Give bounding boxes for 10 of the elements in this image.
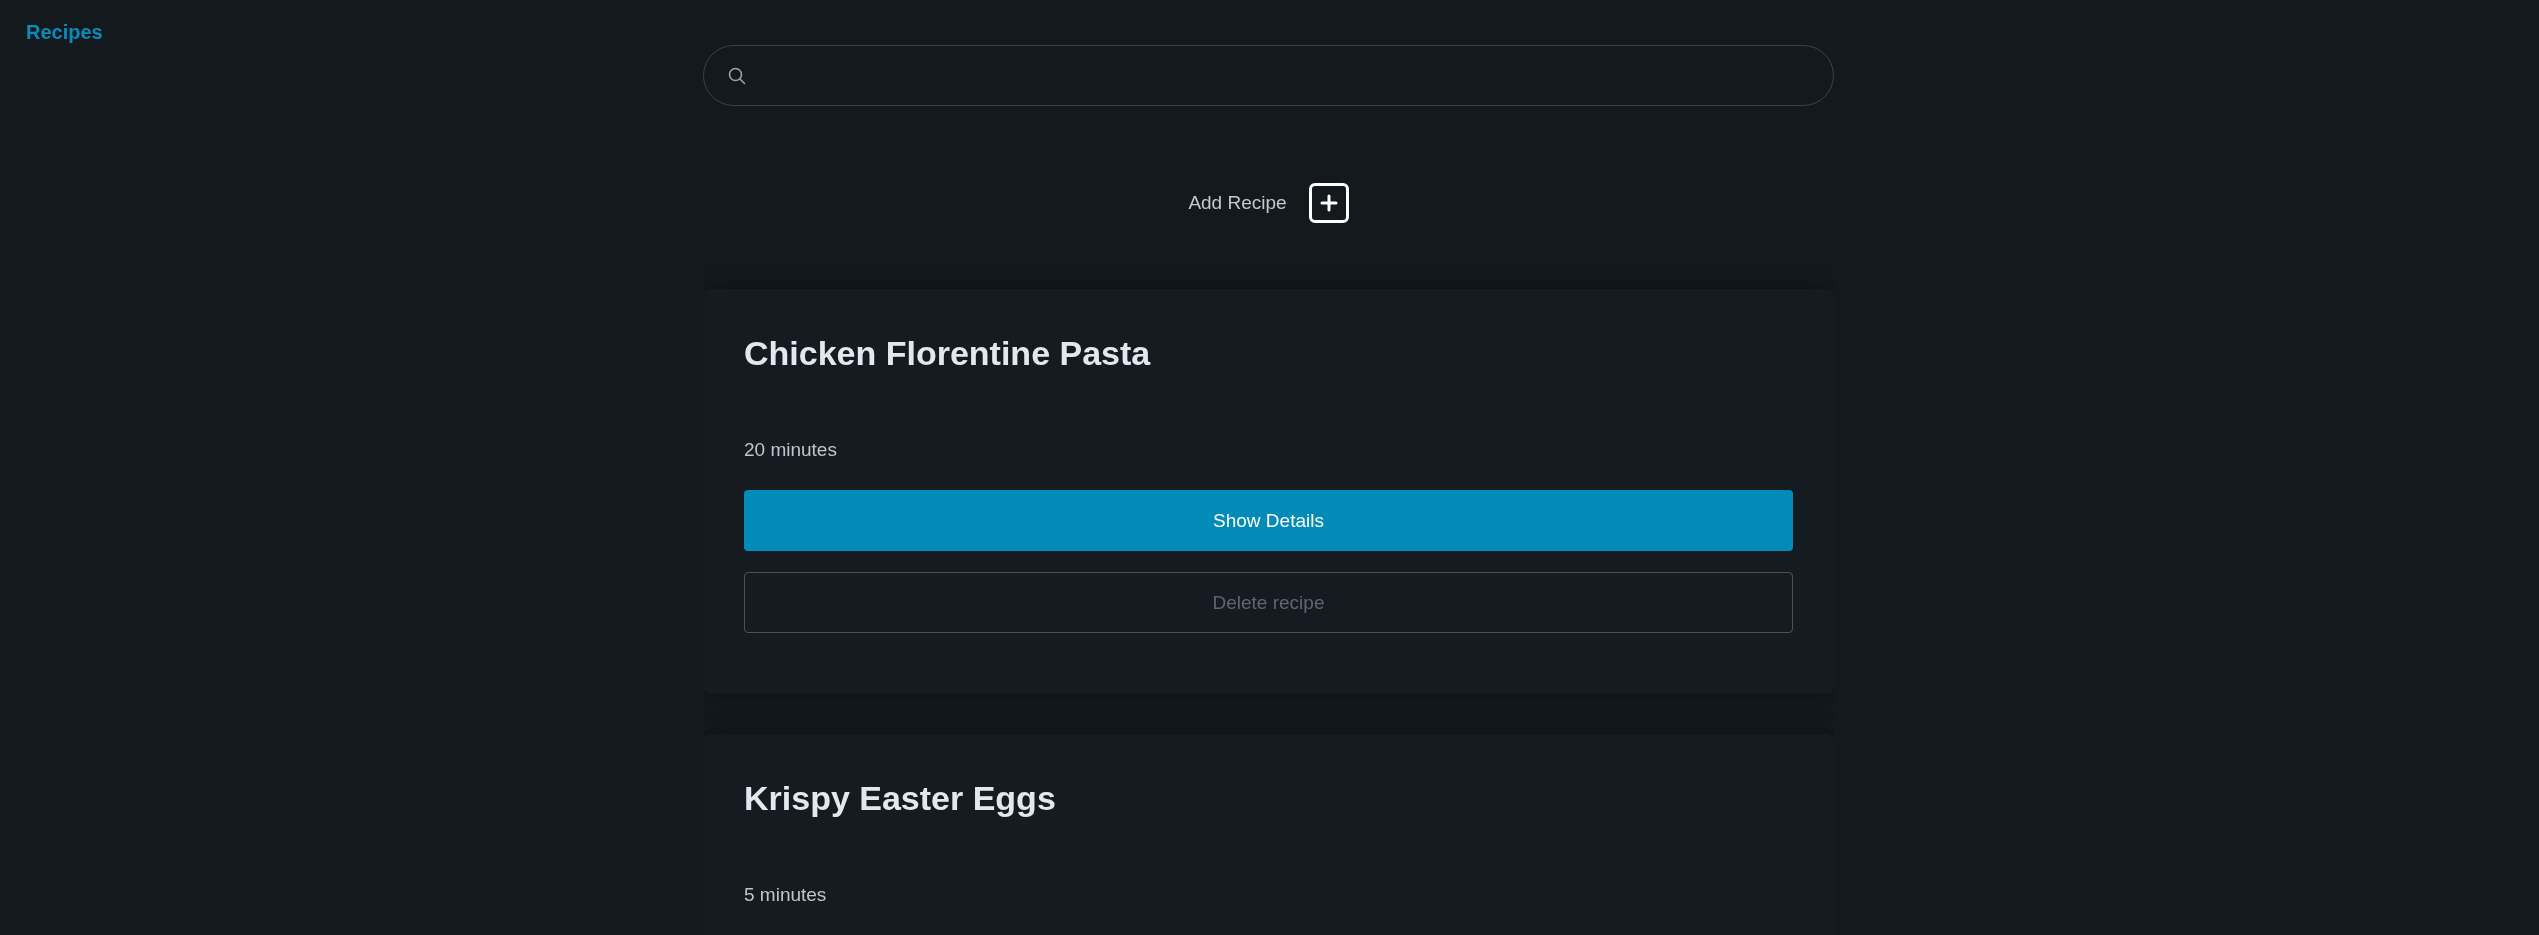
recipe-title: Chicken Florentine Pasta	[744, 333, 1152, 374]
show-details-button[interactable]: Show Details	[744, 490, 1793, 552]
add-recipe-label: Add Recipe	[1188, 190, 1287, 215]
cooking-time: 20 minutes	[744, 437, 838, 462]
cooking-time: 5 minutes	[744, 883, 828, 908]
add-button[interactable]	[1308, 183, 1349, 223]
search-icon	[728, 66, 746, 85]
plus-icon	[1318, 193, 1339, 213]
brand-link[interactable]: Recipes	[26, 21, 103, 43]
recipe-title: Krispy Easter Eggs	[744, 778, 1057, 820]
